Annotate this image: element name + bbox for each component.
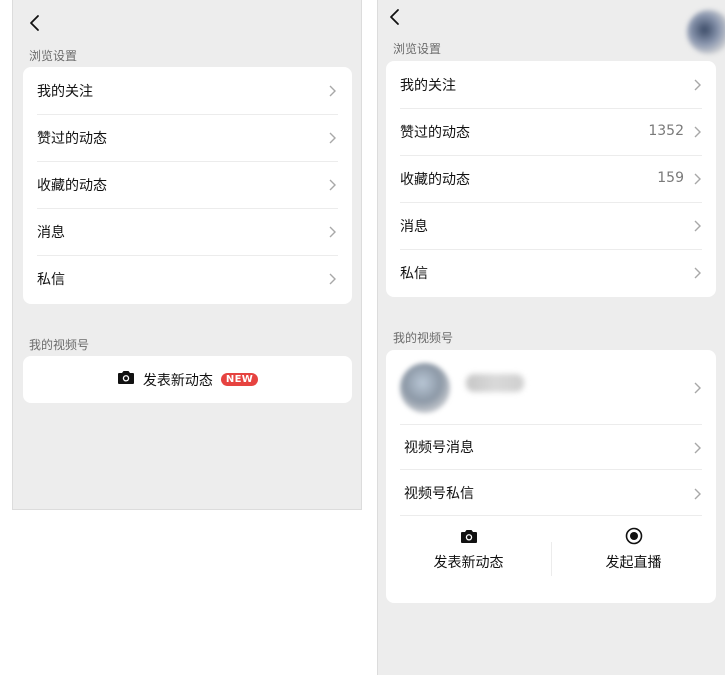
liked-count: 1352	[648, 123, 684, 139]
channel-card: 视频号消息 视频号私信 发表新动态 发起直播	[386, 350, 716, 603]
left-screen: 浏览设置 我的关注 赞过的动态 收藏的动态 消息 私信 我的视频号 发表新动态 …	[12, 0, 362, 510]
menu-item-following[interactable]: 我的关注	[386, 61, 716, 108]
chevron-right-icon	[692, 440, 702, 459]
menu-item-following[interactable]: 我的关注	[23, 67, 352, 114]
favorite-count: 159	[657, 170, 684, 186]
divider	[400, 155, 702, 156]
back-icon[interactable]	[385, 7, 405, 27]
browse-settings-card: 我的关注 赞过的动态 1352 收藏的动态 159 消息 私信	[386, 61, 716, 297]
channel-name-redacted	[466, 374, 524, 392]
post-new-label: 发表新动态	[142, 372, 213, 389]
start-live-button[interactable]: 发起直播	[551, 526, 716, 586]
right-screen: 浏览设置 我的关注 赞过的动态 1352 收藏的动态 159 消息 私信 我的视…	[377, 0, 725, 675]
chevron-right-icon	[692, 486, 702, 505]
menu-item-private-messages[interactable]: 私信	[23, 255, 352, 302]
divider	[37, 255, 338, 256]
menu-item-label: 视频号消息	[404, 440, 474, 456]
avatar	[400, 363, 450, 413]
divider	[37, 208, 338, 209]
chevron-right-icon	[692, 380, 702, 399]
menu-item-label: 赞过的动态	[37, 130, 107, 147]
chevron-right-icon	[327, 272, 337, 286]
menu-item-channel-messages[interactable]: 视频号消息	[386, 424, 716, 470]
start-live-label: 发起直播	[605, 555, 662, 571]
camera-icon	[460, 526, 478, 546]
menu-item-favorite-posts[interactable]: 收藏的动态 159	[386, 155, 716, 202]
menu-item-label: 我的关注	[37, 83, 93, 100]
chevron-right-icon	[327, 84, 337, 98]
divider	[400, 515, 702, 516]
menu-item-label: 消息	[37, 224, 65, 241]
post-new-button[interactable]: 发表新动态 NEW	[23, 356, 352, 403]
menu-item-messages[interactable]: 消息	[386, 202, 716, 249]
divider	[37, 161, 338, 162]
menu-item-messages[interactable]: 消息	[23, 208, 352, 255]
menu-item-label: 私信	[400, 265, 428, 282]
menu-item-label: 私信	[37, 271, 65, 288]
menu-item-label: 视频号私信	[404, 486, 474, 502]
chevron-right-icon	[327, 225, 337, 239]
menu-item-label: 消息	[400, 218, 428, 235]
chevron-right-icon	[327, 178, 337, 192]
browse-settings-card: 我的关注 赞过的动态 收藏的动态 消息 私信	[23, 67, 352, 304]
menu-item-favorite-posts[interactable]: 收藏的动态	[23, 161, 352, 208]
live-record-icon	[625, 526, 643, 546]
chevron-right-icon	[692, 78, 702, 92]
divider	[400, 202, 702, 203]
menu-item-label: 我的关注	[400, 77, 456, 94]
new-badge: NEW	[220, 373, 259, 386]
menu-item-channel-private-messages[interactable]: 视频号私信	[386, 470, 716, 516]
menu-item-label: 收藏的动态	[37, 177, 107, 194]
section-title-browse: 浏览设置	[29, 49, 78, 63]
post-new-button[interactable]: 发表新动态	[386, 526, 551, 586]
camera-icon	[117, 370, 135, 389]
section-title-channel: 我的视频号	[29, 338, 90, 352]
section-title-browse: 浏览设置	[393, 42, 442, 56]
post-new-label: 发表新动态	[433, 555, 504, 571]
avatar[interactable]	[687, 10, 725, 54]
divider	[400, 108, 702, 109]
back-icon[interactable]	[25, 13, 45, 33]
section-title-channel: 我的视频号	[393, 331, 454, 345]
chevron-right-icon	[692, 219, 702, 233]
menu-item-label: 赞过的动态	[400, 124, 470, 141]
divider	[37, 114, 338, 115]
chevron-right-icon	[327, 131, 337, 145]
menu-item-liked-posts[interactable]: 赞过的动态	[23, 114, 352, 161]
channel-profile-row[interactable]	[386, 350, 716, 424]
chevron-right-icon	[692, 125, 702, 139]
chevron-right-icon	[692, 266, 702, 280]
menu-item-private-messages[interactable]: 私信	[386, 249, 716, 296]
chevron-right-icon	[692, 172, 702, 186]
menu-item-label: 收藏的动态	[400, 171, 470, 188]
menu-item-liked-posts[interactable]: 赞过的动态 1352	[386, 108, 716, 155]
divider	[400, 249, 702, 250]
